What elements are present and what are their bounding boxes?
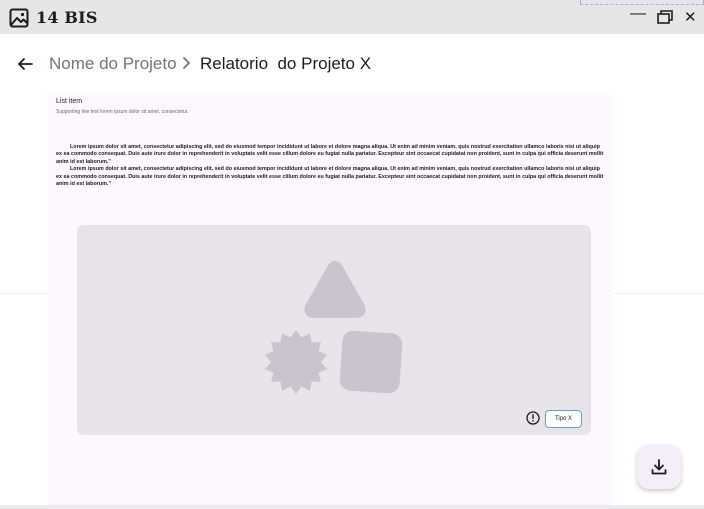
breadcrumb-parent[interactable]: Nome do Projeto xyxy=(49,54,177,74)
arrow-left-icon[interactable] xyxy=(16,55,34,73)
bottom-bar xyxy=(0,505,704,509)
minimize-icon[interactable]: — xyxy=(630,5,646,23)
image-icon xyxy=(9,8,29,28)
download-icon xyxy=(651,459,667,475)
list-item-supporting-text: Supporting line text lorem ipsum dolor s… xyxy=(56,109,189,115)
restore-icon[interactable] xyxy=(657,10,673,24)
media-placeholder: Tipo X xyxy=(77,225,591,435)
alert-circle-icon[interactable] xyxy=(526,411,540,425)
paragraph: Lorem ipsum dolor sit amet, consectetur … xyxy=(56,144,604,165)
shapes-placeholder-icon xyxy=(264,261,403,394)
app-title: 14 BIS xyxy=(36,8,98,27)
report-card: List item Supporting line text lorem ips… xyxy=(48,94,612,509)
divider xyxy=(612,293,704,294)
selection-outline xyxy=(580,0,704,5)
chevron-right-icon xyxy=(183,57,190,69)
divider xyxy=(0,293,48,294)
report-body: Lorem ipsum dolor sit amet, consectetur … xyxy=(56,144,606,188)
title-bar: 14 BIS — ✕ xyxy=(0,0,704,34)
download-button[interactable] xyxy=(637,445,681,489)
close-icon[interactable]: ✕ xyxy=(684,8,697,26)
breadcrumb-current: Relatorio do Projeto X xyxy=(200,54,372,73)
list-item-title: List item xyxy=(56,98,83,105)
type-chip[interactable]: Tipo X xyxy=(545,410,582,428)
paragraph: Lorem ipsum dolor sit amet, consectetur … xyxy=(56,166,604,188)
